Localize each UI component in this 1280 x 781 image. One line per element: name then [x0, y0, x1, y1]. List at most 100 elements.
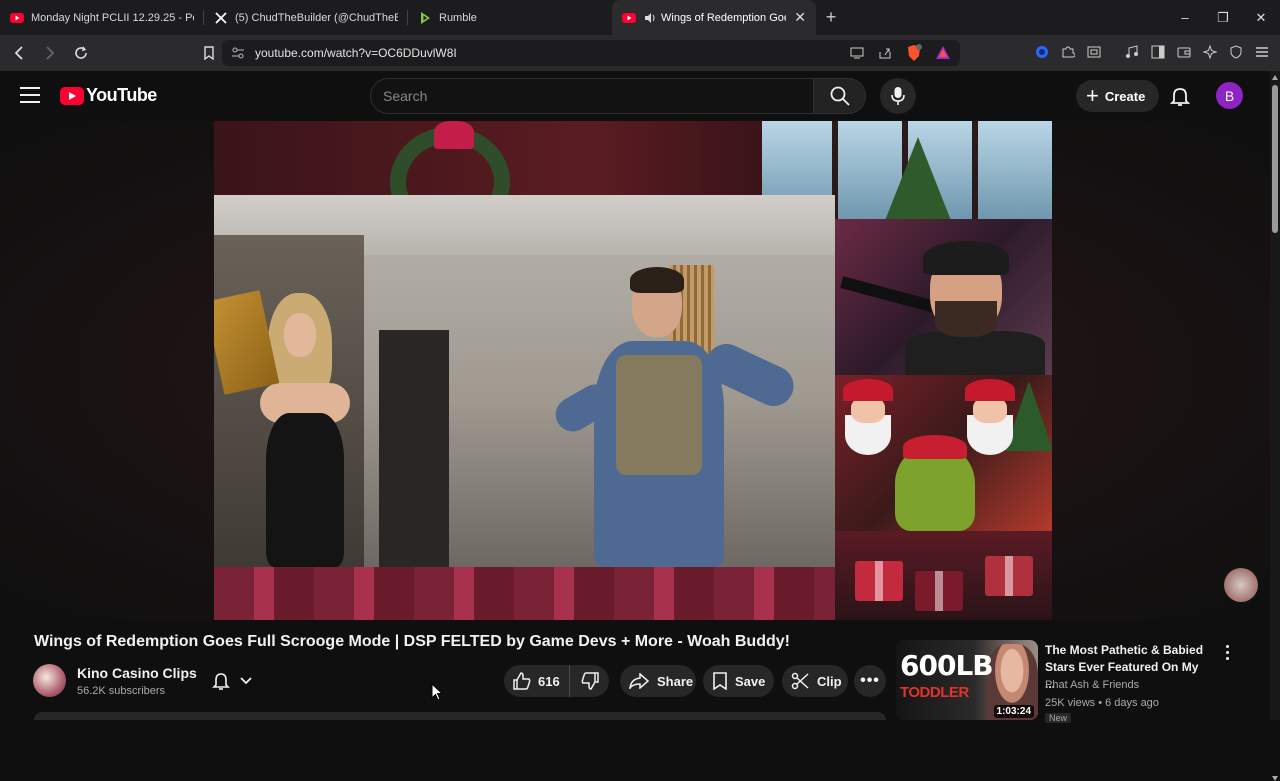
webcam-host — [835, 219, 1052, 375]
window-controls: – ❐ ✕ — [1166, 0, 1280, 35]
wallet-icon[interactable] — [1174, 41, 1194, 63]
video-scene-presents — [835, 531, 1052, 620]
video-embedded-clip — [214, 195, 835, 620]
thumbs-down-icon — [581, 672, 599, 690]
save-button[interactable]: Save — [703, 665, 774, 697]
brave-rewards-icon[interactable] — [935, 45, 951, 65]
browser-tab-bar: Monday Night PCLII 12.29.25 - Perry (5) … — [0, 0, 1280, 35]
plus-icon: + — [1086, 83, 1099, 108]
webcam-santa-grinch — [835, 375, 1052, 531]
share-label: Share — [657, 673, 694, 689]
url-bar[interactable]: youtube.com/watch?v=OC6DDuvlW8I — [222, 40, 960, 66]
new-badge: New — [1045, 713, 1072, 723]
share-page-icon[interactable] — [878, 46, 892, 65]
subscriber-count: 56.2K subscribers — [77, 685, 166, 697]
chevron-down-icon — [240, 677, 252, 685]
browser-tab-2[interactable]: Rumble — [408, 0, 612, 35]
cast-icon[interactable] — [850, 46, 864, 65]
subscription-notifications-button[interactable] — [200, 665, 264, 697]
search-input[interactable]: Search — [370, 78, 814, 114]
thumbs-up-icon — [513, 672, 531, 690]
video-player[interactable] — [214, 121, 1052, 620]
url-text: youtube.com/watch?v=OC6DDuvlW8I — [255, 46, 457, 60]
youtube-icon — [10, 11, 24, 25]
sidebar-icon[interactable] — [1148, 41, 1168, 63]
clip-button[interactable]: Clip — [782, 665, 848, 697]
media-icon[interactable] — [1122, 41, 1142, 63]
youtube-logo-text: YouTube — [86, 85, 157, 105]
video-scene-bow — [434, 121, 474, 149]
share-button[interactable]: Share — [620, 665, 696, 697]
recommendation-more-icon[interactable] — [1220, 642, 1234, 662]
recommendation-thumbnail[interactable]: 600LB TODDLER 1:03:24 — [896, 640, 1038, 720]
like-count: 616 — [538, 673, 560, 689]
voice-search-button[interactable] — [880, 78, 916, 114]
hamburger-menu-icon[interactable] — [20, 87, 40, 105]
tab-label: Rumble — [439, 11, 477, 24]
account-avatar[interactable]: B — [1216, 82, 1243, 109]
video-title: Wings of Redemption Goes Full Scrooge Mo… — [34, 633, 790, 650]
clip-label: Clip — [817, 673, 842, 689]
create-label: Create — [1104, 88, 1146, 104]
vpn-shield-icon[interactable] — [1226, 41, 1246, 63]
search-bar: Search — [370, 78, 866, 114]
back-icon[interactable] — [6, 41, 31, 66]
mouse-cursor-icon — [431, 683, 443, 701]
save-label: Save — [735, 673, 766, 689]
brave-shields-icon[interactable] — [906, 44, 922, 67]
bookmark-save-icon — [713, 672, 727, 690]
like-button[interactable]: 616 — [504, 665, 570, 697]
recommendation-meta: 25K views • 6 days ago — [1045, 697, 1159, 709]
search-button[interactable] — [814, 78, 866, 114]
more-horizontal-icon: ••• — [860, 672, 880, 689]
bell-icon — [212, 673, 230, 690]
menu-icon[interactable] — [1252, 41, 1272, 63]
browser-tab-1[interactable]: (5) ChudTheBuilder (@ChudTheBuild — [204, 0, 408, 35]
video-person-woman — [254, 293, 366, 567]
leo-ai-icon[interactable] — [1200, 41, 1220, 63]
tab-label: Wings of Redemption Goes F — [661, 11, 786, 24]
close-icon[interactable]: ✕ — [794, 9, 806, 26]
tab-label: Monday Night PCLII 12.29.25 - Perry — [31, 11, 194, 24]
youtube-icon — [622, 11, 636, 25]
browser-tab-0[interactable]: Monday Night PCLII 12.29.25 - Perry — [0, 0, 204, 35]
video-scene-tree — [884, 137, 952, 223]
address-toolbar: youtube.com/watch?v=OC6DDuvlW8I — [0, 35, 1280, 71]
reload-icon[interactable] — [68, 41, 93, 66]
channel-name[interactable]: Kino Casino Clips — [77, 665, 197, 681]
channel-avatar[interactable] — [33, 664, 66, 697]
notifications-bell-icon[interactable] — [1168, 84, 1192, 108]
more-actions-button[interactable]: ••• — [854, 665, 886, 697]
screenshot-icon[interactable] — [1084, 41, 1104, 63]
new-tab-button[interactable]: + — [816, 7, 846, 28]
forward-icon[interactable] — [37, 41, 62, 66]
minimize-icon[interactable]: – — [1166, 0, 1204, 35]
share-icon — [629, 673, 649, 689]
close-window-icon[interactable]: ✕ — [1242, 0, 1280, 35]
recommendation-channel[interactable]: Phat Ash & Friends — [1045, 679, 1139, 691]
rumble-icon — [418, 11, 432, 25]
thumbnail-text-small: TODDLER — [900, 684, 969, 701]
tab-label: (5) ChudTheBuilder (@ChudTheBuild — [235, 11, 398, 24]
x-icon — [214, 11, 228, 25]
restore-icon[interactable]: ❐ — [1204, 0, 1242, 35]
youtube-play-icon — [60, 86, 84, 105]
bookmark-icon[interactable] — [196, 40, 221, 65]
floating-pip-avatar[interactable] — [1224, 568, 1258, 602]
dislike-button[interactable] — [570, 665, 609, 697]
extensions-icon[interactable] — [1058, 41, 1078, 63]
page-scrollbar[interactable] — [1270, 71, 1280, 781]
speaker-icon[interactable] — [643, 11, 657, 25]
like-dislike-group: 616 — [504, 665, 609, 697]
scissors-icon — [791, 672, 809, 690]
create-button[interactable]: + Create — [1076, 80, 1160, 112]
browser-tab-3[interactable]: Wings of Redemption Goes F ✕ — [612, 0, 816, 35]
site-settings-icon[interactable] — [231, 46, 245, 65]
description-box-edge[interactable] — [34, 712, 886, 720]
vpn-icon[interactable] — [1032, 41, 1052, 63]
youtube-header: YouTube Search + Create B — [0, 71, 1280, 121]
video-person-man — [549, 267, 801, 567]
video-scene-rug — [214, 567, 835, 620]
youtube-logo[interactable]: YouTube — [60, 85, 157, 106]
